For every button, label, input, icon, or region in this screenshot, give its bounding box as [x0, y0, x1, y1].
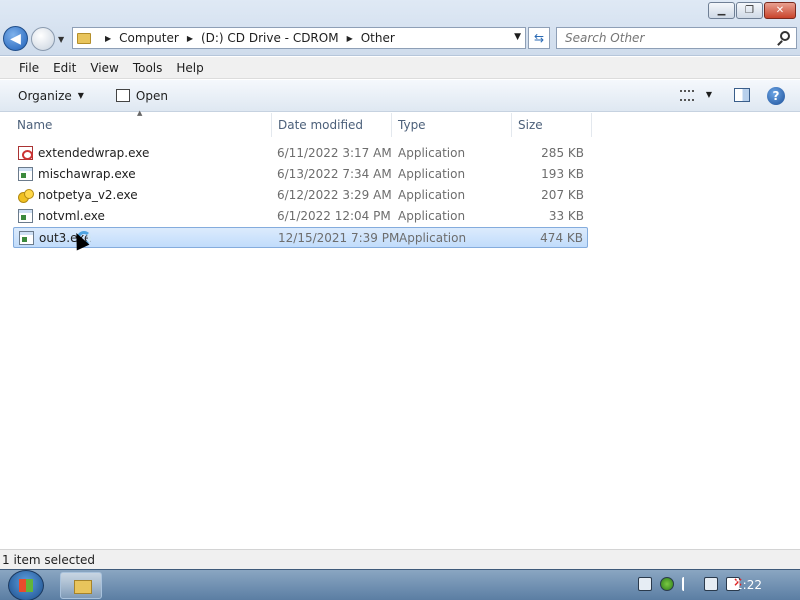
file-size: 474 KB — [540, 231, 583, 245]
file-name: notpetya_v2.exe — [38, 188, 138, 202]
file-date: 6/12/2022 3:29 AM — [277, 188, 392, 202]
file-row[interactable]: notvml.exe 6/1/2022 12:04 PM Application… — [13, 206, 588, 227]
chevron-right-icon[interactable]: ▶ — [347, 34, 353, 43]
column-date-modified[interactable]: Date modified — [273, 113, 392, 137]
file-name: notvml.exe — [38, 209, 105, 223]
clock[interactable]: 1:22 — [735, 578, 762, 592]
file-row[interactable]: notpetya_v2.exe 6/12/2022 3:29 AM Applic… — [13, 185, 588, 206]
file-size: 285 KB — [541, 146, 584, 160]
chevron-right-icon[interactable]: ▶ — [187, 34, 193, 43]
preview-pane-icon[interactable] — [734, 88, 750, 102]
app-icon — [18, 167, 33, 181]
command-bar: Organize ▼ Open ▼ ? — [0, 80, 800, 112]
chevron-down-icon: ▼ — [77, 91, 84, 100]
file-row[interactable]: mischawrap.exe 6/13/2022 7:34 AM Applica… — [13, 164, 588, 185]
menu-tools[interactable]: Tools — [126, 61, 170, 75]
file-name: extendedwrap.exe — [38, 146, 150, 160]
search-box[interactable] — [556, 27, 797, 49]
menu-file[interactable]: File — [12, 61, 46, 75]
shield-icon[interactable] — [660, 577, 674, 591]
open-icon — [115, 89, 130, 102]
system-tray — [638, 575, 743, 591]
file-size: 33 KB — [548, 209, 584, 223]
breadcrumb-computer[interactable]: Computer — [119, 31, 179, 45]
help-icon[interactable]: ? — [767, 87, 785, 105]
chevron-down-icon[interactable]: ▼ — [706, 90, 712, 99]
chevron-down-icon[interactable]: ▼ — [514, 32, 521, 42]
file-date: 6/13/2022 7:34 AM — [277, 167, 392, 181]
breadcrumb-cd-drive[interactable]: (D:) CD Drive - CDROM — [201, 31, 339, 45]
file-type: Application — [399, 231, 467, 245]
status-bar: 1 item selected — [0, 549, 800, 569]
folder-icon — [77, 32, 91, 44]
file-date: 6/1/2022 12:04 PM — [277, 209, 391, 223]
menu-view[interactable]: View — [83, 61, 125, 75]
open-button[interactable]: Open — [102, 89, 168, 103]
column-headers: ▲ Name Date modified Type Size — [0, 109, 800, 137]
address-bar[interactable]: ▶ Computer ▶ (D:) CD Drive - CDROM ▶ Oth… — [72, 27, 526, 49]
file-name: mischawrap.exe — [38, 167, 136, 181]
menu-bar: File Edit View Tools Help — [0, 57, 800, 79]
file-size: 193 KB — [541, 167, 584, 181]
file-list: extendedwrap.exe 6/11/2022 3:17 AM Appli… — [13, 143, 588, 251]
file-type: Application — [398, 209, 466, 223]
file-date: 12/15/2021 7:39 PM — [278, 231, 400, 245]
taskbar: 1:22 — [0, 569, 800, 600]
file-size: 207 KB — [541, 188, 584, 202]
file-type: Application — [398, 167, 466, 181]
tray-document-icon[interactable] — [638, 577, 652, 591]
status-text: 1 item selected — [2, 553, 96, 567]
file-type: Application — [398, 188, 466, 202]
window-controls: ▁ ❐ ✕ — [708, 2, 796, 19]
taskbar-explorer-button[interactable] — [60, 572, 102, 599]
file-date: 6/11/2022 3:17 AM — [277, 146, 392, 160]
refresh-icon: ⇆ — [533, 31, 545, 45]
flag-icon[interactable] — [682, 577, 696, 591]
arrow-left-icon: ◀ — [10, 30, 21, 47]
column-type[interactable]: Type — [393, 113, 512, 137]
menu-edit[interactable]: Edit — [46, 61, 83, 75]
network-icon[interactable] — [704, 577, 718, 591]
breadcrumb-other[interactable]: Other — [361, 31, 395, 45]
start-button[interactable] — [8, 570, 44, 600]
view-details-icon[interactable] — [680, 90, 694, 101]
pdf-app-icon — [18, 146, 33, 160]
open-label: Open — [135, 88, 168, 103]
column-size[interactable]: Size — [513, 113, 592, 137]
file-row[interactable]: extendedwrap.exe 6/11/2022 3:17 AM Appli… — [13, 143, 588, 164]
yellow-app-icon — [18, 188, 34, 203]
maximize-button[interactable]: ❐ — [736, 2, 763, 19]
chevron-right-icon[interactable]: ▶ — [105, 34, 111, 43]
forward-button[interactable] — [31, 27, 55, 51]
minimize-button[interactable]: ▁ — [708, 2, 735, 19]
organize-button[interactable]: Organize ▼ — [18, 89, 84, 103]
app-icon — [19, 231, 34, 245]
search-input[interactable] — [557, 28, 767, 48]
app-icon — [18, 209, 33, 223]
column-name[interactable]: Name — [12, 113, 272, 137]
menu-help[interactable]: Help — [169, 61, 210, 75]
organize-label: Organize — [18, 88, 72, 103]
search-icon[interactable] — [780, 31, 790, 41]
close-button[interactable]: ✕ — [764, 2, 796, 19]
file-type: Application — [398, 146, 466, 160]
file-row-selected[interactable]: out3.exe 12/15/2021 7:39 PM Application … — [13, 227, 588, 251]
recent-pages-dropdown[interactable]: ▼ — [58, 35, 64, 44]
back-button[interactable]: ◀ — [3, 26, 28, 51]
refresh-button[interactable]: ⇆ — [528, 27, 550, 49]
title-bar: ▁ ❐ ✕ ◀ ▼ ▶ Computer ▶ (D:) CD Drive - C… — [0, 0, 800, 56]
